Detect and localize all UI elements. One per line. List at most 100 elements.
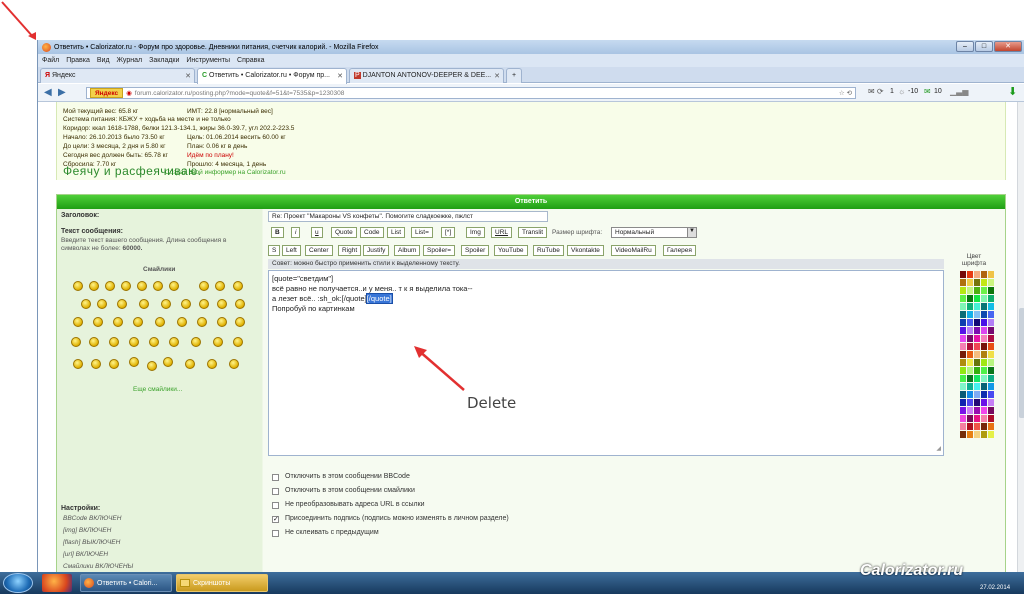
color-swatch[interactable]	[988, 343, 994, 350]
subject-input[interactable]: Re: Проект "Макароны VS конфеты". Помоги…	[268, 211, 548, 222]
smiley-icon[interactable]	[233, 337, 243, 347]
option-checkbox[interactable]	[272, 502, 279, 509]
color-swatch[interactable]	[960, 319, 966, 326]
color-swatch[interactable]	[981, 295, 987, 302]
color-swatch[interactable]	[981, 287, 987, 294]
color-swatch[interactable]	[960, 375, 966, 382]
bb-justify-button[interactable]: Justify	[363, 245, 390, 256]
color-swatch[interactable]	[981, 343, 987, 350]
color-swatch[interactable]	[988, 311, 994, 318]
new-tab-button[interactable]: +	[506, 68, 522, 83]
tab-calorizator[interactable]: C Ответить • Calorizator.ru • Форум пр..…	[197, 68, 347, 84]
option-checkbox[interactable]	[272, 488, 279, 495]
color-swatch[interactable]	[960, 431, 966, 438]
color-swatch[interactable]	[974, 367, 980, 374]
bb-videomailru-button[interactable]: VideoMailRu	[611, 245, 656, 256]
color-swatch[interactable]	[960, 295, 966, 302]
menu-file[interactable]: Файл	[42, 57, 59, 64]
color-swatch[interactable]	[967, 343, 973, 350]
menu-edit[interactable]: Правка	[66, 57, 90, 64]
bb-youtube-button[interactable]: YouTube	[494, 245, 528, 256]
smiley-icon[interactable]	[117, 299, 127, 309]
bb-list-button[interactable]: List	[387, 227, 406, 238]
bb-center-button[interactable]: Center	[305, 245, 333, 256]
menu-tools[interactable]: Инструменты	[186, 57, 230, 64]
color-swatch[interactable]	[960, 327, 966, 334]
color-swatch[interactable]	[967, 383, 973, 390]
smiley-icon[interactable]	[129, 337, 139, 347]
color-swatch[interactable]	[967, 295, 973, 302]
close-tab-icon[interactable]: ✕	[185, 72, 191, 80]
color-swatch[interactable]	[974, 359, 980, 366]
address-bar[interactable]: Яндекс ◉ forum.calorizator.ru/posting.ph…	[86, 87, 856, 99]
smiley-icon[interactable]	[217, 317, 227, 327]
color-swatch[interactable]	[967, 423, 973, 430]
color-swatch[interactable]	[960, 335, 966, 342]
smiley-icon[interactable]	[121, 281, 131, 291]
vertical-scrollbar[interactable]	[1017, 102, 1024, 572]
color-swatch[interactable]	[988, 295, 994, 302]
smiley-icon[interactable]	[129, 357, 139, 367]
color-swatch[interactable]	[974, 279, 980, 286]
color-swatch[interactable]	[988, 383, 994, 390]
option-checkbox-checked[interactable]: ✓	[272, 516, 279, 523]
color-swatch[interactable]	[974, 407, 980, 414]
smiley-icon[interactable]	[109, 337, 119, 347]
bb-gallery-button[interactable]: Галерея	[663, 245, 696, 256]
bb-rutube-button[interactable]: RuTube	[533, 245, 564, 256]
color-swatch[interactable]	[981, 415, 987, 422]
color-swatch[interactable]	[988, 359, 994, 366]
color-swatch[interactable]	[960, 407, 966, 414]
close-button[interactable]: ✕	[994, 41, 1022, 52]
color-swatch[interactable]	[981, 327, 987, 334]
mail-icon[interactable]: ✉	[924, 87, 931, 96]
smiley-icon[interactable]	[73, 317, 83, 327]
color-swatch[interactable]	[974, 383, 980, 390]
smiley-icon[interactable]	[161, 299, 171, 309]
smiley-icon[interactable]	[191, 337, 201, 347]
color-swatch[interactable]	[988, 319, 994, 326]
color-swatch[interactable]	[967, 271, 973, 278]
color-swatch[interactable]	[960, 303, 966, 310]
bb-spoiler-eq-button[interactable]: Spoiler=	[423, 245, 456, 256]
smiley-icon[interactable]	[163, 357, 173, 367]
smiley-icon[interactable]	[207, 359, 217, 369]
weather-icon[interactable]: ☼	[898, 87, 905, 96]
color-swatch[interactable]	[981, 423, 987, 430]
color-swatch[interactable]	[967, 287, 973, 294]
color-swatch[interactable]	[960, 311, 966, 318]
smiley-icon[interactable]	[213, 337, 223, 347]
start-button[interactable]	[3, 573, 33, 593]
color-swatch[interactable]	[981, 383, 987, 390]
site-identity-icon[interactable]: ◉	[126, 89, 132, 97]
smiley-icon[interactable]	[217, 299, 227, 309]
color-swatch[interactable]	[974, 295, 980, 302]
bb-album-button[interactable]: Album	[394, 245, 421, 256]
color-palette[interactable]	[960, 271, 997, 441]
color-swatch[interactable]	[981, 351, 987, 358]
color-swatch[interactable]	[974, 375, 980, 382]
color-swatch[interactable]	[974, 415, 980, 422]
smiley-icon[interactable]	[215, 281, 225, 291]
color-swatch[interactable]	[960, 391, 966, 398]
color-swatch[interactable]	[967, 407, 973, 414]
smiley-icon[interactable]	[169, 281, 179, 291]
addon-icons[interactable]: ✉ ⟳	[868, 87, 884, 96]
bb-bold-button[interactable]: B	[271, 227, 284, 238]
smiley-icon[interactable]	[149, 337, 159, 347]
smiley-icon[interactable]	[197, 317, 207, 327]
smiley-icon[interactable]	[199, 281, 209, 291]
color-swatch[interactable]	[981, 335, 987, 342]
bb-right-button[interactable]: Right	[338, 245, 362, 256]
smiley-icon[interactable]	[235, 317, 245, 327]
color-swatch[interactable]	[967, 303, 973, 310]
menu-help[interactable]: Справка	[237, 57, 264, 64]
color-swatch[interactable]	[974, 327, 980, 334]
bb-strike-button[interactable]: S	[268, 245, 281, 256]
color-swatch[interactable]	[960, 351, 966, 358]
color-swatch[interactable]	[981, 271, 987, 278]
color-swatch[interactable]	[960, 423, 966, 430]
color-swatch[interactable]	[960, 367, 966, 374]
color-swatch[interactable]	[974, 319, 980, 326]
color-swatch[interactable]	[967, 399, 973, 406]
